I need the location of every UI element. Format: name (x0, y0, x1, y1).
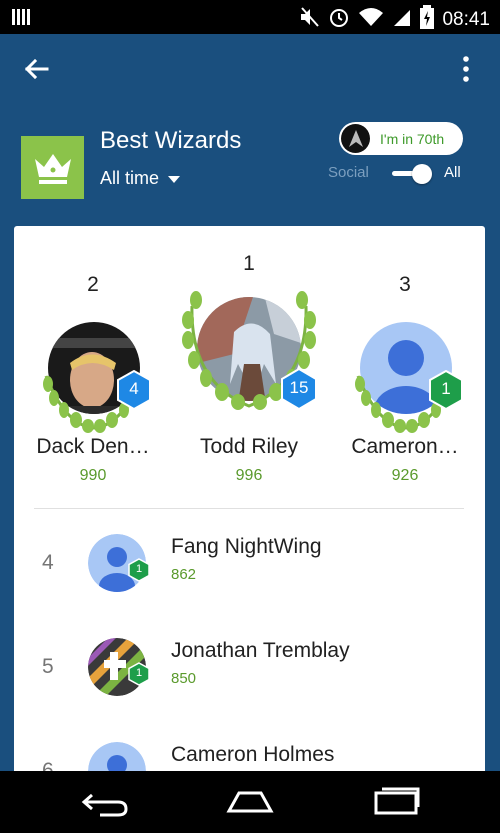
level-badge: 1 (428, 369, 464, 411)
leaderboard-row[interactable]: 5 1 Jonathan Tremblay 850 (14, 632, 485, 722)
social-all-toggle[interactable] (392, 164, 432, 184)
podium-name: Dack Den… (36, 435, 150, 458)
podium-second[interactable]: 2 4 Dack Den… 990 (22, 226, 164, 496)
podium-third[interactable]: 3 1 Cameron… 926 (334, 226, 476, 496)
podium-score: 996 (235, 467, 263, 484)
system-nav-bar (0, 771, 500, 833)
row-name: Fang NightWing (171, 535, 322, 558)
nav-recents-icon (374, 787, 420, 815)
game-icon (21, 136, 84, 199)
signal-icon (392, 6, 412, 33)
level-badge: 1 (128, 558, 150, 582)
leaderboard-title: Best Wizards (100, 127, 242, 154)
dropdown-arrow-icon (168, 175, 181, 183)
clock: 08:41 (442, 8, 490, 30)
level-badge: 4 (116, 369, 152, 411)
crown-icon (34, 153, 71, 184)
nav-back-icon (81, 793, 128, 817)
podium: 2 4 Dack Den… 990 1 15 Todd Riley 996 3 … (14, 226, 485, 506)
row-rank: 5 (42, 655, 54, 678)
level-number: 1 (441, 379, 451, 398)
row-score: 850 (171, 670, 197, 687)
leaderboard-card: 2 4 Dack Den… 990 1 15 Todd Riley 996 3 … (14, 226, 485, 786)
status-bar: 08:41 (0, 0, 500, 34)
battery-charging-icon (420, 5, 435, 34)
level-number: 15 (289, 378, 309, 397)
podium-name: Todd Riley (199, 435, 299, 458)
level-number: 4 (129, 379, 139, 398)
nav-recents-button[interactable] (372, 785, 422, 819)
player-avatar (341, 124, 370, 153)
podium-score: 990 (79, 467, 107, 484)
nav-back-button[interactable] (80, 785, 130, 819)
wifi-icon (358, 6, 384, 33)
podium-score: 926 (391, 467, 419, 484)
podium-rank: 1 (243, 252, 255, 275)
player-rank-text: I'm in 70th (380, 130, 445, 147)
timespan-dropdown[interactable]: All time (100, 168, 181, 189)
podium-first[interactable]: 1 15 Todd Riley 996 (174, 226, 324, 496)
overflow-menu-button[interactable] (456, 52, 476, 86)
row-name: Jonathan Tremblay (171, 639, 350, 662)
notification-bars-icon (12, 7, 34, 32)
arrow-back-icon (24, 58, 49, 80)
nav-home-button[interactable] (225, 785, 275, 819)
player-rank-pill[interactable]: I'm in 70th (339, 122, 463, 155)
row-score: 862 (171, 566, 197, 583)
level-badge: 1 (128, 662, 150, 686)
level-number: 1 (135, 563, 143, 575)
starfleet-icon (348, 129, 363, 147)
timespan-label: All time (100, 168, 160, 188)
row-rank: 4 (42, 551, 54, 574)
alarm-icon (328, 6, 350, 33)
leaderboard-header: Best Wizards All time I'm in 70th Social… (0, 122, 500, 212)
more-vert-icon (463, 56, 469, 82)
level-badge: 15 (280, 367, 318, 411)
podium-rank: 2 (87, 273, 99, 296)
leaderboard-row[interactable]: 4 1 Fang NightWing 862 (14, 528, 485, 618)
app-bar (0, 34, 500, 104)
all-label[interactable]: All (444, 164, 461, 181)
nav-home-icon (226, 791, 274, 813)
social-label[interactable]: Social (328, 164, 369, 181)
mute-icon (300, 6, 320, 33)
podium-name: Cameron… (351, 435, 459, 458)
row-name: Cameron Holmes (171, 743, 335, 766)
podium-rank: 3 (399, 273, 411, 296)
level-number: 1 (135, 667, 143, 679)
back-button[interactable] (20, 52, 54, 86)
divider (34, 508, 464, 509)
